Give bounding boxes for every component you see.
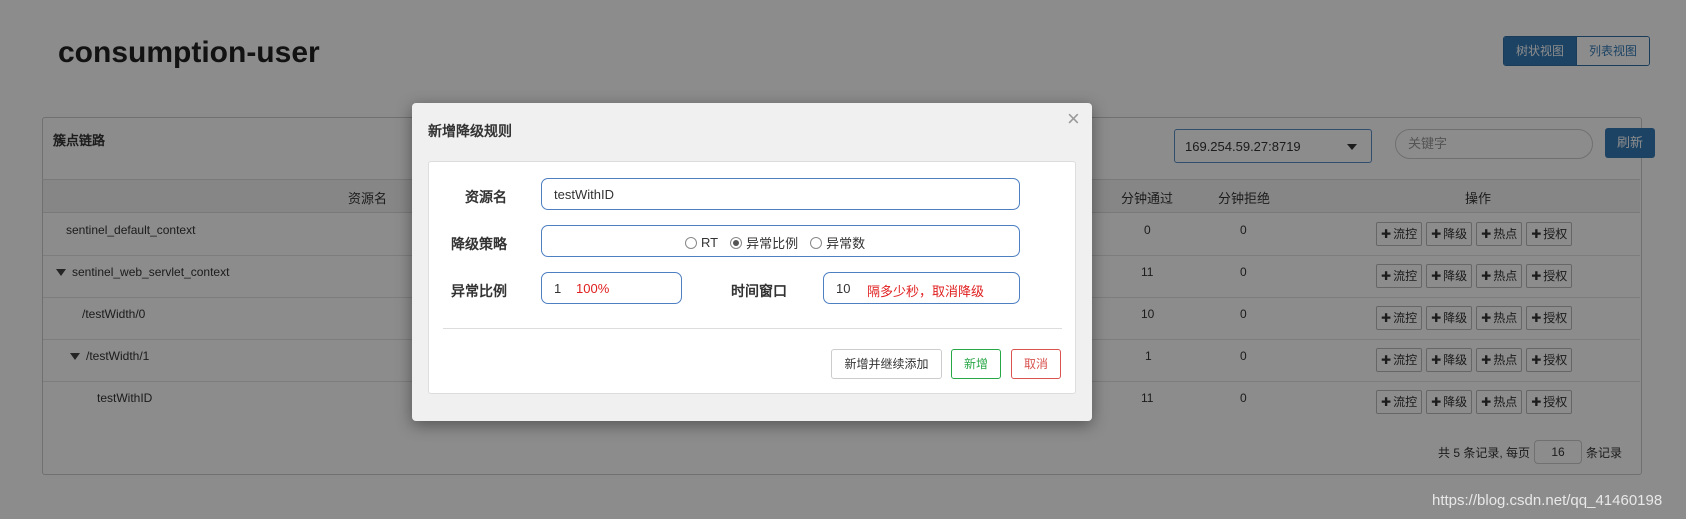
strategy-radio-group: RT 异常比例 异常数 bbox=[685, 233, 877, 252]
window-hint: 隔多少秒，取消降级 bbox=[867, 284, 985, 299]
resource-label: 资源名 bbox=[465, 189, 507, 205]
window-label: 时间窗口 bbox=[731, 283, 787, 299]
watermark: https://blog.csdn.net/qq_41460198 bbox=[1432, 492, 1663, 509]
strategy-label: 降级策略 bbox=[451, 236, 507, 252]
add-continue-button[interactable]: 新增并继续添加 bbox=[831, 349, 942, 379]
ratio-label: 异常比例 bbox=[451, 283, 507, 299]
resource-name-input[interactable]: testWithID bbox=[541, 178, 1020, 210]
resource-name-value: testWithID bbox=[554, 187, 614, 202]
window-value: 10 bbox=[836, 281, 851, 296]
radio-icon bbox=[685, 236, 697, 249]
strategy-option-count[interactable]: 异常数 bbox=[810, 233, 865, 252]
dialog-title: 新增降级规则 bbox=[428, 123, 512, 139]
window-input[interactable]: 10 隔多少秒，取消降级 bbox=[823, 272, 1020, 304]
radio-checked-icon bbox=[730, 236, 743, 249]
close-icon[interactable]: × bbox=[1067, 108, 1080, 130]
ratio-value: 1 bbox=[554, 281, 562, 296]
form-divider bbox=[443, 328, 1062, 329]
strategy-option-ratio[interactable]: 异常比例 bbox=[730, 233, 798, 252]
ratio-hint: 100% bbox=[576, 281, 610, 296]
strategy-option-rt[interactable]: RT bbox=[685, 235, 718, 250]
add-button[interactable]: 新增 bbox=[951, 349, 1001, 379]
ratio-input[interactable]: 1 100% bbox=[541, 272, 682, 304]
cancel-button[interactable]: 取消 bbox=[1011, 349, 1061, 379]
radio-icon bbox=[810, 236, 823, 249]
